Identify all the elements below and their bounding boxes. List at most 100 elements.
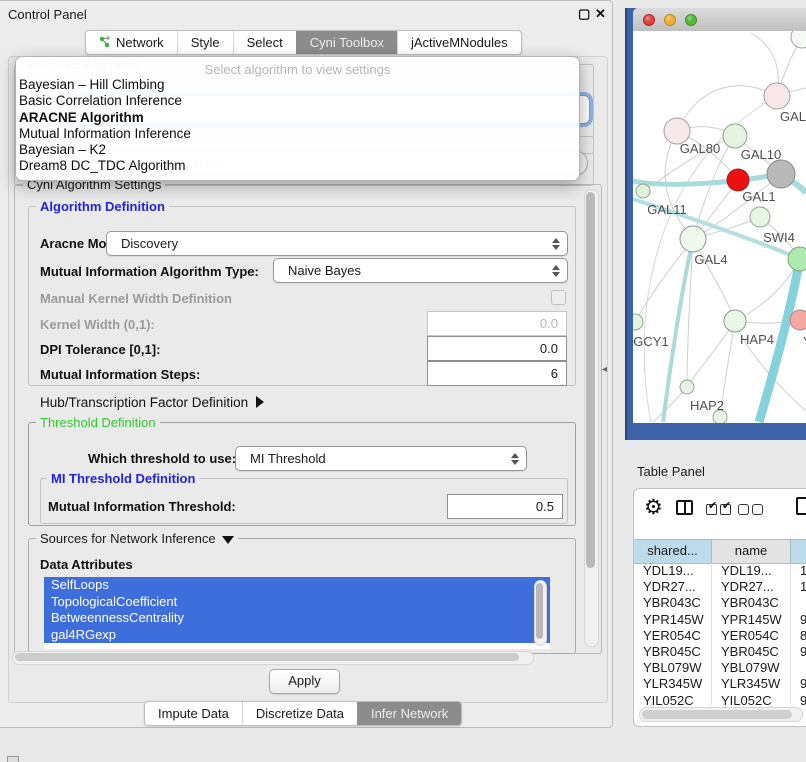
which-threshold-select[interactable]: MI Threshold (235, 446, 527, 471)
table-cell[interactable]: YER054C (634, 628, 712, 644)
unchecked-checkbox-icon[interactable] (738, 504, 749, 515)
attribute-item-gal4rgexp[interactable]: gal4RGexp (44, 627, 550, 644)
attribute-item-topologicalcoefficient[interactable]: TopologicalCoefficient (44, 594, 550, 611)
table-row[interactable]: YER054CYER054C8. (634, 628, 806, 644)
table-cell[interactable]: YDL19... (712, 563, 791, 579)
mi-algorithm-type-select[interactable]: Naive Bayes (273, 258, 568, 283)
hub-definition-expander[interactable]: Hub/Transcription Factor Definition (40, 395, 264, 410)
column-header-partial[interactable] (791, 540, 806, 563)
network-edge[interactable] (687, 321, 735, 387)
network-window-titlebar[interactable] (633, 8, 806, 32)
table-cell[interactable]: YIL052C (712, 693, 791, 706)
mac-minimize-button[interactable] (664, 14, 676, 26)
table-cell[interactable]: YDR27... (712, 579, 791, 595)
tab-network[interactable]: Network (86, 31, 177, 54)
table-cell[interactable]: YBR043C (712, 595, 791, 611)
settings-vertical-scrollbar[interactable] (584, 189, 599, 647)
close-window-icon[interactable]: ✕ (595, 6, 606, 22)
attribute-item-betweennesscentrality[interactable]: BetweennessCentrality (44, 610, 550, 627)
algorithm-option-bayesian-k2[interactable]: Bayesian – K2 (16, 142, 579, 158)
network-graph[interactable]: GALGAL80GAL10GAL1SWI4GAL11GAL4GCY1HAP4YH… (633, 31, 806, 423)
network-node[interactable] (680, 226, 706, 252)
mini-panel-icon[interactable] (7, 756, 19, 762)
unchecked-checkbox-icon[interactable] (752, 504, 763, 515)
network-node[interactable] (680, 380, 694, 394)
table-cell[interactable]: 9. (791, 644, 806, 660)
table-cell[interactable]: YER054C (712, 628, 791, 644)
table-cell[interactable]: YBR045C (634, 644, 712, 660)
dpi-tolerance-field[interactable]: 0.0 (427, 336, 567, 361)
mi-steps-field[interactable]: 6 (427, 361, 567, 386)
table-row[interactable]: YPR145WYPR145W9. (634, 612, 806, 628)
manual-kernel-width-checkbox[interactable] (551, 290, 566, 305)
algorithm-option-aracne-algorithm[interactable]: ARACNE Algorithm (16, 110, 579, 126)
table-row[interactable]: YIL052CYIL052C9 (634, 693, 806, 706)
network-node[interactable] (750, 207, 770, 227)
table-row[interactable]: YLR345WYLR345W9. (634, 676, 806, 692)
kernel-width-field[interactable]: 0.0 (427, 311, 567, 336)
column-header-name[interactable]: name (712, 540, 791, 563)
table-cell[interactable]: YBL079W (634, 660, 712, 676)
network-node[interactable] (727, 169, 749, 191)
table-cell[interactable]: YPR145W (712, 612, 791, 628)
table-row[interactable]: YDL19...YDL19...13 (634, 563, 806, 579)
tab-style[interactable]: Style (177, 31, 233, 54)
network-node[interactable] (764, 83, 790, 109)
float-window-icon[interactable]: ▢ (578, 6, 590, 22)
table-row[interactable]: YBR045CYBR045C9. (634, 644, 806, 660)
network-node[interactable] (633, 314, 643, 330)
network-edge[interactable] (677, 86, 777, 131)
settings-horizontal-scrollbar[interactable] (12, 651, 534, 665)
mi-threshold-field[interactable]: 0.5 (447, 494, 563, 519)
column-header-shared[interactable]: shared... (634, 540, 712, 563)
network-node[interactable] (791, 31, 806, 48)
tab-impute-data[interactable]: Impute Data (145, 702, 242, 725)
aracne-mode-select[interactable]: Discovery (106, 231, 568, 256)
tab-cyni-toolbox[interactable]: Cyni Toolbox (296, 31, 397, 54)
table-cell[interactable]: 9 (791, 693, 806, 706)
table-cell[interactable]: 8. (791, 628, 806, 644)
algorithm-option-dream8-dc-tdc-algorithm[interactable]: Dream8 DC_TDC Algorithm (16, 158, 579, 174)
attribute-item-selfloops[interactable]: SelfLoops (44, 577, 550, 594)
table-cell[interactable] (791, 660, 806, 676)
settings-scrollbar-thumb[interactable] (586, 192, 595, 568)
attribute-list-scrollbar[interactable] (534, 580, 547, 646)
network-canvas[interactable]: GALGAL80GAL10GAL1SWI4GAL11GAL4GCY1HAP4YH… (633, 31, 806, 423)
tab-select[interactable]: Select (233, 31, 296, 54)
table-cell[interactable]: 9. (791, 612, 806, 628)
checked-checkbox-icon[interactable]: ✔ (706, 504, 717, 515)
sources-group-header[interactable]: Sources for Network Inference (36, 531, 238, 546)
table-horizontal-scrollbar[interactable] (639, 707, 803, 722)
apply-button[interactable]: Apply (269, 669, 340, 694)
table-cell[interactable]: 13 (791, 563, 806, 579)
table-cell[interactable]: YBR043C (634, 595, 712, 611)
mac-zoom-button[interactable] (685, 14, 697, 26)
table-cell[interactable]: YDR27... (634, 579, 712, 595)
algorithm-option-basic-correlation-inference[interactable]: Basic Correlation Inference (16, 93, 579, 109)
document-icon[interactable] (796, 497, 806, 515)
table-cell[interactable]: 9. (791, 676, 806, 692)
network-node[interactable] (723, 124, 747, 148)
network-node[interactable] (790, 310, 806, 330)
checked-checkbox-icon[interactable]: ✔ (720, 504, 731, 515)
table-cell[interactable]: YBL079W (712, 660, 791, 676)
table-row[interactable]: YBR043CYBR043C (634, 595, 806, 611)
table-cell[interactable] (791, 595, 806, 611)
algorithm-option-mutual-information-inference[interactable]: Mutual Information Inference (16, 126, 579, 142)
network-node[interactable] (767, 160, 795, 188)
tab-jactivemnodules[interactable]: jActiveMNodules (397, 31, 521, 54)
table-cell[interactable]: YBR045C (712, 644, 791, 660)
network-edge[interactable] (633, 174, 781, 184)
mac-close-button[interactable] (643, 14, 655, 26)
table-row[interactable]: YBL079WYBL079W (634, 660, 806, 676)
network-node[interactable] (788, 247, 806, 271)
panel-collapse-arrow[interactable]: ◂ (602, 364, 607, 375)
gear-icon[interactable]: ⚙ (644, 495, 663, 520)
tab-discretize-data[interactable]: Discretize Data (242, 702, 357, 725)
table-cell[interactable]: YIL052C (634, 693, 712, 706)
table-row[interactable]: YDR27...YDR27...12 (634, 579, 806, 595)
table-cell[interactable]: 12 (791, 579, 806, 595)
table-cell[interactable]: YPR145W (634, 612, 712, 628)
table-horizontal-scrollbar-thumb[interactable] (642, 710, 792, 719)
network-node[interactable] (636, 184, 650, 198)
